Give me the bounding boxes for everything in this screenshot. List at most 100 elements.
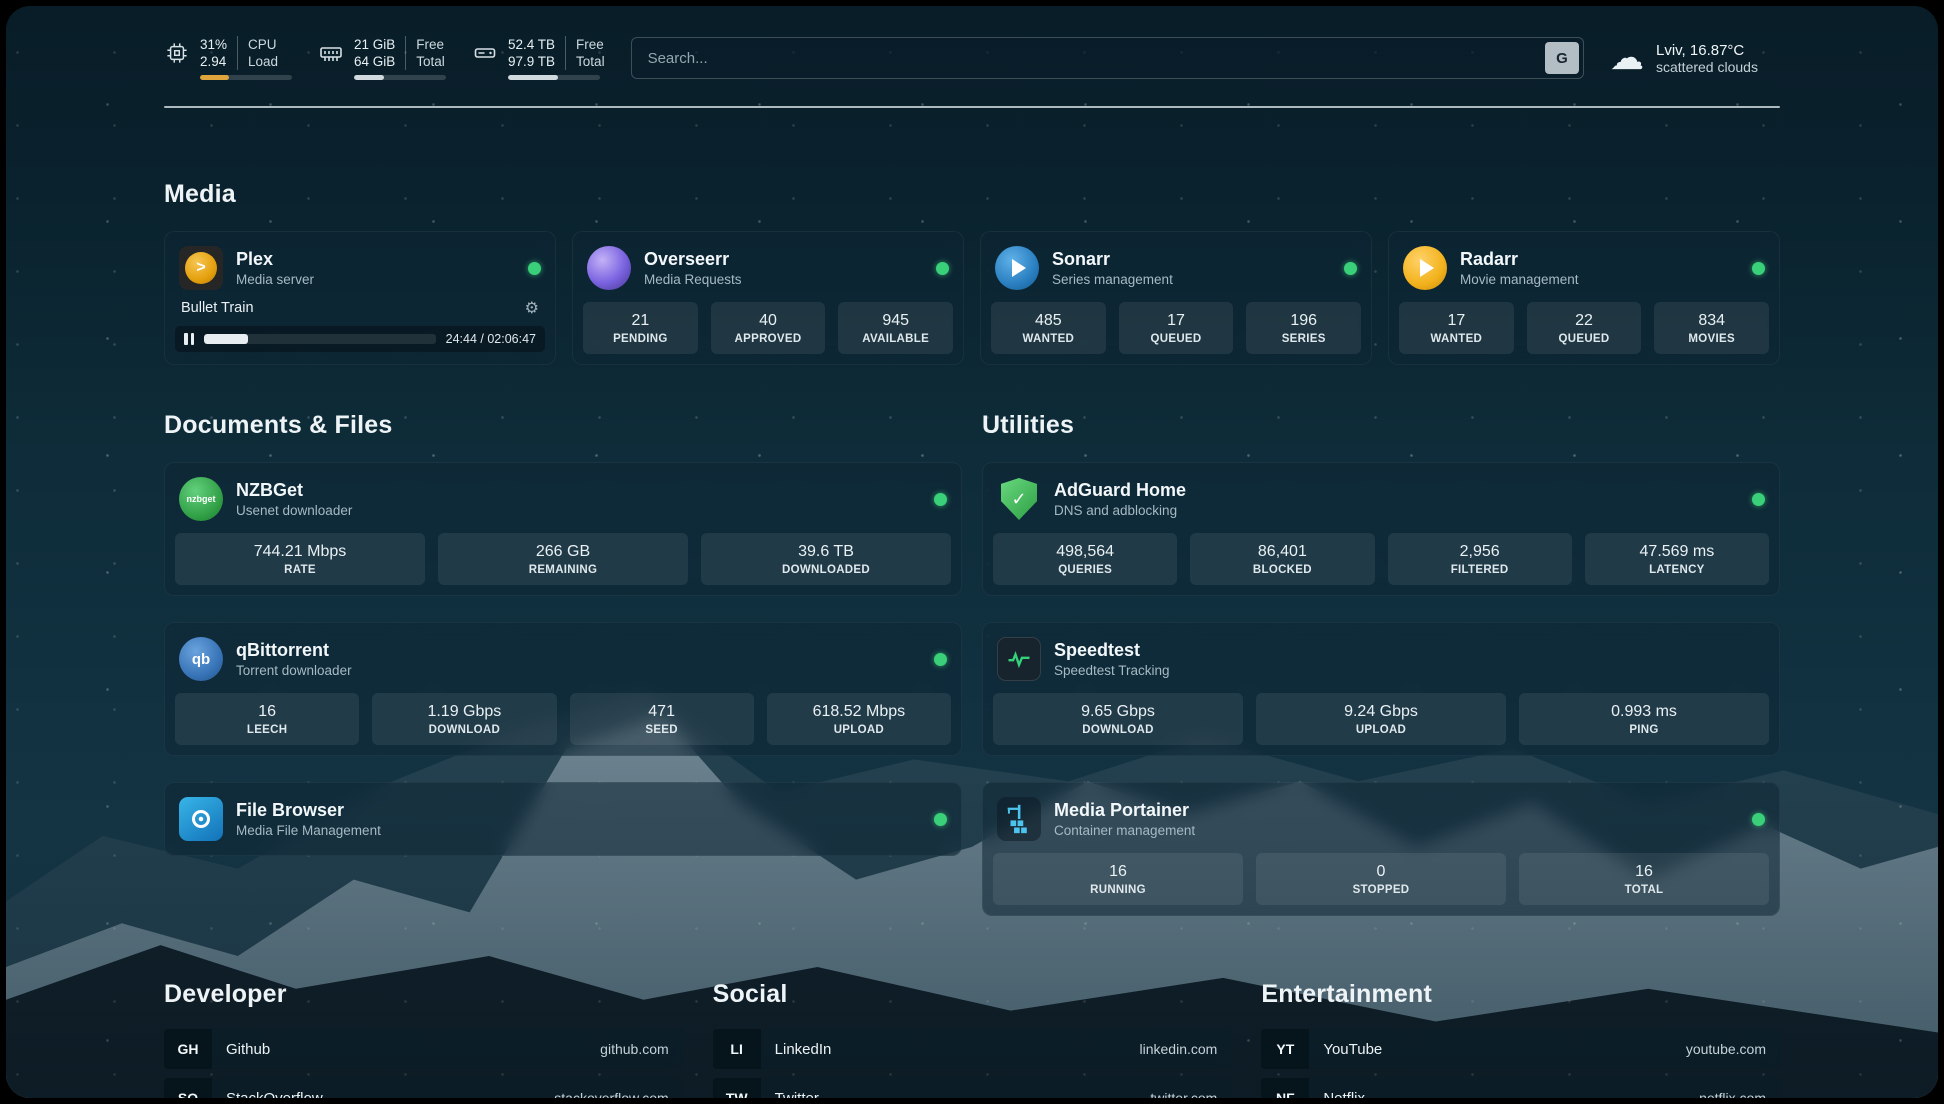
playback-bar: 24:44 / 02:06:47 bbox=[175, 326, 545, 352]
bookmark-url: linkedin.com bbox=[1140, 1041, 1218, 1057]
playback-progress-track[interactable] bbox=[204, 334, 436, 344]
bookmark-github[interactable]: GH Github github.com bbox=[164, 1029, 683, 1069]
radarr-icon bbox=[1403, 246, 1447, 290]
bookmark-abbr: NF bbox=[1261, 1078, 1309, 1098]
status-dot bbox=[1752, 262, 1765, 275]
weather-condition: scattered clouds bbox=[1656, 59, 1758, 75]
app-card-portainer[interactable]: Media Portainer Container management 16R… bbox=[982, 782, 1780, 916]
bookmark-abbr: LI bbox=[713, 1029, 761, 1069]
app-card-adguard[interactable]: ✓ AdGuard Home DNS and adblocking 498,56… bbox=[982, 462, 1780, 596]
app-name: Sonarr bbox=[1052, 249, 1173, 270]
app-card-nzbget[interactable]: nzbget NZBGet Usenet downloader 744.21 M… bbox=[164, 462, 962, 596]
adguard-icon: ✓ bbox=[997, 477, 1041, 521]
stat-movies: 834MOVIES bbox=[1654, 302, 1769, 354]
stat-download: 9.65 GbpsDOWNLOAD bbox=[993, 693, 1243, 745]
app-name: Overseerr bbox=[644, 249, 742, 270]
bookmark-linkedin[interactable]: LI LinkedIn linkedin.com bbox=[713, 1029, 1232, 1069]
status-dot bbox=[1752, 813, 1765, 826]
speedtest-icon bbox=[997, 637, 1041, 681]
disk-progress-bar bbox=[508, 75, 600, 80]
status-dot bbox=[1344, 262, 1357, 275]
bookmark-stackoverflow[interactable]: SO StackOverflow stackoverflow.com bbox=[164, 1078, 683, 1098]
app-name: Speedtest bbox=[1054, 640, 1170, 661]
app-card-sonarr[interactable]: Sonarr Series management 485WANTED 17QUE… bbox=[980, 231, 1372, 365]
stat-remaining: 266 GBREMAINING bbox=[438, 533, 688, 585]
stat-blocked: 86,401BLOCKED bbox=[1190, 533, 1374, 585]
app-name: Plex bbox=[236, 249, 314, 270]
app-name: Media Portainer bbox=[1054, 800, 1195, 821]
bookmark-url: youtube.com bbox=[1686, 1041, 1766, 1057]
app-name: Radarr bbox=[1460, 249, 1579, 270]
section-title-developer: Developer bbox=[164, 980, 683, 1009]
stat-queued: 17QUEUED bbox=[1119, 302, 1234, 354]
disk-total-value: 97.9 TB bbox=[508, 53, 555, 70]
disk-label-top: Free bbox=[576, 36, 605, 53]
app-card-speedtest[interactable]: Speedtest Speedtest Tracking 9.65 GbpsDO… bbox=[982, 622, 1780, 756]
bookmark-name: YouTube bbox=[1323, 1041, 1382, 1058]
app-subtitle: Speedtest Tracking bbox=[1054, 663, 1170, 678]
bookmark-url: github.com bbox=[600, 1041, 668, 1057]
stat-download: 1.19 GbpsDOWNLOAD bbox=[372, 693, 556, 745]
section-title-entertainment: Entertainment bbox=[1261, 980, 1780, 1009]
overseerr-icon bbox=[587, 246, 631, 290]
ram-total-value: 64 GiB bbox=[354, 53, 395, 70]
search-input[interactable] bbox=[631, 37, 1584, 79]
app-card-qbittorrent[interactable]: qb qBittorrent Torrent downloader 16LEEC… bbox=[164, 622, 962, 756]
stat-approved: 40APPROVED bbox=[711, 302, 826, 354]
search-engine-button[interactable]: G bbox=[1545, 42, 1579, 74]
nzbget-icon: nzbget bbox=[179, 477, 223, 521]
ram-icon bbox=[318, 41, 344, 65]
app-card-overseerr[interactable]: Overseerr Media Requests 21PENDING 40APP… bbox=[572, 231, 964, 365]
bookmark-abbr: TW bbox=[713, 1078, 761, 1098]
bookmarks-grid: Developer GH Github github.com SO StackO… bbox=[164, 980, 1780, 1098]
stat-total: 16TOTAL bbox=[1519, 853, 1769, 905]
status-dot bbox=[936, 262, 949, 275]
bookmarks-social: Social LI LinkedIn linkedin.com TW Twitt… bbox=[713, 980, 1232, 1098]
bookmark-name: Netflix bbox=[1323, 1090, 1365, 1099]
dashboard-content: 31% 2.94 CPU Load bbox=[6, 6, 1938, 1098]
app-card-filebrowser[interactable]: File Browser Media File Management bbox=[164, 782, 962, 856]
ram-widget: 21 GiB 64 GiB Free Total bbox=[318, 36, 446, 80]
bookmark-abbr: SO bbox=[164, 1078, 212, 1098]
stat-upload: 618.52 MbpsUPLOAD bbox=[767, 693, 951, 745]
bookmark-name: Github bbox=[226, 1041, 270, 1058]
stat-pending: 21PENDING bbox=[583, 302, 698, 354]
pause-icon[interactable] bbox=[184, 333, 194, 345]
ram-free-value: 21 GiB bbox=[354, 36, 395, 53]
ram-label-top: Free bbox=[416, 36, 445, 53]
stat-downloaded: 39.6 TBDOWNLOADED bbox=[701, 533, 951, 585]
settings-gear-icon[interactable]: ⚙ bbox=[525, 298, 539, 318]
bookmark-twitter[interactable]: TW Twitter twitter.com bbox=[713, 1078, 1232, 1098]
stat-latency: 47.569 msLATENCY bbox=[1585, 533, 1769, 585]
status-dot bbox=[934, 813, 947, 826]
app-subtitle: Series management bbox=[1052, 272, 1173, 287]
app-card-radarr[interactable]: Radarr Movie management 17WANTED 22QUEUE… bbox=[1388, 231, 1780, 365]
app-card-plex[interactable]: > Plex Media server Bullet Train ⚙ bbox=[164, 231, 556, 365]
app-name: AdGuard Home bbox=[1054, 480, 1186, 501]
bookmark-url: netflix.com bbox=[1699, 1090, 1766, 1098]
app-name: qBittorrent bbox=[236, 640, 352, 661]
now-playing-title: Bullet Train bbox=[181, 300, 254, 316]
disk-free-value: 52.4 TB bbox=[508, 36, 555, 53]
app-subtitle: Media Requests bbox=[644, 272, 742, 287]
stat-queries: 498,564QUERIES bbox=[993, 533, 1177, 585]
bookmarks-entertainment: Entertainment YT YouTube youtube.com NF … bbox=[1261, 980, 1780, 1098]
bookmark-url: twitter.com bbox=[1150, 1090, 1217, 1098]
stat-series: 196SERIES bbox=[1246, 302, 1361, 354]
status-dot bbox=[528, 262, 541, 275]
dashboard-window: 31% 2.94 CPU Load bbox=[6, 6, 1938, 1098]
status-dot bbox=[934, 493, 947, 506]
stat-wanted: 485WANTED bbox=[991, 302, 1106, 354]
stat-available: 945AVAILABLE bbox=[838, 302, 953, 354]
stat-seed: 471SEED bbox=[570, 693, 754, 745]
stat-leech: 16LEECH bbox=[175, 693, 359, 745]
bookmark-youtube[interactable]: YT YouTube youtube.com bbox=[1261, 1029, 1780, 1069]
status-dot bbox=[1752, 493, 1765, 506]
stat-stopped: 0STOPPED bbox=[1256, 853, 1506, 905]
stat-running: 16RUNNING bbox=[993, 853, 1243, 905]
bookmark-netflix[interactable]: NF Netflix netflix.com bbox=[1261, 1078, 1780, 1098]
section-title-utilities: Utilities bbox=[982, 411, 1780, 440]
cpu-label-bottom: Load bbox=[248, 53, 278, 70]
sonarr-icon bbox=[995, 246, 1039, 290]
stat-wanted: 17WANTED bbox=[1399, 302, 1514, 354]
